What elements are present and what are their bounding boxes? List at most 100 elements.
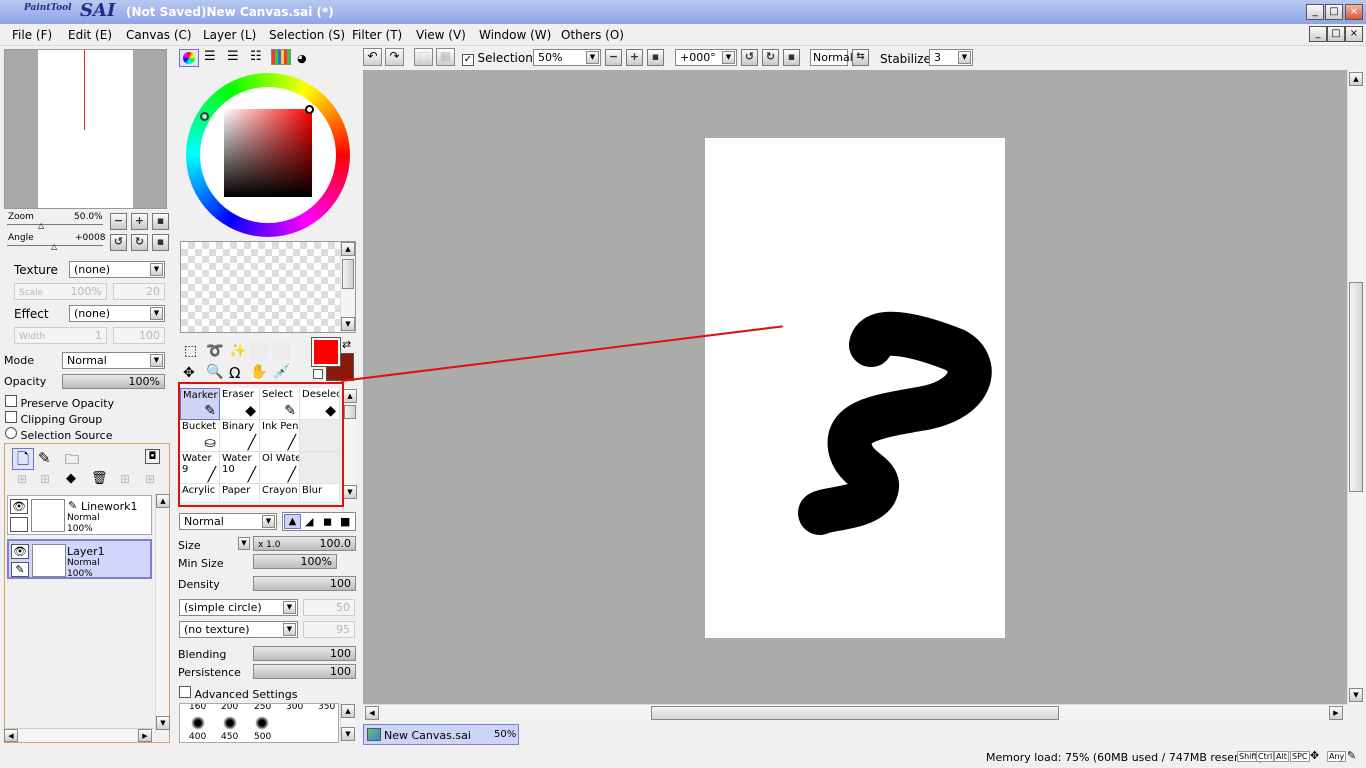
scroll-up-arrow[interactable]: ▲ [343, 389, 357, 403]
zoom-select[interactable]: 50% ▼ [533, 49, 601, 66]
zoom-reset-button[interactable]: ▪ [152, 213, 169, 230]
palette-list-icon[interactable]: ☷ [250, 50, 262, 63]
toolbar-rotate-right-button[interactable]: ↻ [762, 49, 779, 66]
hsv-slider-icon[interactable]: ☰ [227, 50, 239, 63]
preset-450[interactable]: 450 [221, 732, 238, 742]
lasso-icon[interactable]: ➰ [206, 343, 223, 359]
redo-icon[interactable]: ↷ [385, 48, 404, 66]
scroll-right-arrow[interactable]: ▶ [1329, 706, 1343, 720]
clipping-group-checkbox[interactable] [5, 411, 17, 423]
angle-select[interactable]: +000° ▼ [675, 49, 737, 66]
brush-texture-select[interactable]: (no texture) ▼ [179, 621, 298, 638]
tool-crayon[interactable]: Crayon [260, 484, 300, 501]
tool-acrylic[interactable]: Acrylic [180, 484, 220, 501]
zoom-slider[interactable] [7, 224, 103, 225]
canvas-viewport[interactable] [341, 70, 1347, 704]
menu-filter[interactable]: Filter (T) [352, 28, 402, 42]
tool-grid-scrollbar[interactable]: ▲ ▼ [342, 389, 357, 500]
scratchpad-area[interactable] [180, 241, 356, 333]
undo-icon[interactable]: ↶ [363, 48, 382, 66]
size-range-dropdown[interactable]: ▼ [238, 537, 250, 550]
menu-selection[interactable]: Selection (S) [269, 28, 345, 42]
transparent-color-icon[interactable] [313, 369, 323, 379]
scroll-up-arrow[interactable]: ▲ [341, 242, 355, 256]
rgb-slider-icon[interactable]: ☰ [204, 50, 216, 63]
layer-row-layer1[interactable]: 👁 ✎ Layer1 Normal 100% [7, 539, 152, 579]
tool-deselect[interactable]: Deselect ◆ [300, 388, 340, 420]
toolbar-zoom-out-button[interactable]: − [605, 49, 622, 66]
navigator-preview[interactable] [4, 49, 167, 209]
scroll-up-arrow[interactable]: ▲ [341, 704, 355, 718]
brush-shape-select[interactable]: (simple circle) ▼ [179, 599, 298, 616]
blending-slider[interactable]: 100 [253, 646, 356, 661]
toolbar-zoom-reset-button[interactable]: ▪ [647, 49, 664, 66]
advanced-settings-option[interactable]: Advanced Settings [179, 686, 297, 701]
canvas-tab[interactable]: New Canvas.sai 50% [363, 724, 519, 745]
paint-brush-icon[interactable]: ✎ [11, 562, 29, 577]
persistence-slider[interactable]: 100 [253, 664, 356, 679]
canvas-vertical-scrollbar[interactable]: ▲ ▼ [1347, 70, 1363, 704]
clear-layer-icon[interactable]: ◆ [66, 471, 76, 486]
rotate-reset-button[interactable]: ▪ [152, 234, 169, 251]
rect-select-icon[interactable]: ⬚ [184, 343, 197, 359]
scroll-up-arrow[interactable]: ▲ [1349, 72, 1363, 86]
preset-400[interactable]: 400 [189, 732, 206, 742]
size-slider[interactable]: x 1.0 100.0 [253, 536, 356, 551]
rotate-left-button[interactable]: ↺ [110, 234, 127, 251]
scratchpad-scrollbar[interactable]: ▲ ▼ [340, 242, 355, 332]
tool-bucket[interactable]: Bucket ⛀ [180, 420, 220, 452]
flip-horizontal-icon[interactable]: ⇆ [852, 49, 869, 66]
doc-minimize-button[interactable]: _ [1309, 26, 1327, 42]
layer-opacity-slider[interactable]: 100% [62, 374, 165, 389]
new-linework-layer-icon[interactable]: ✎ [38, 449, 51, 467]
drawing-canvas[interactable] [705, 138, 1005, 638]
menu-edit[interactable]: Edit (E) [68, 28, 112, 42]
tool-paper[interactable]: Paper [220, 484, 260, 501]
scroll-up-arrow[interactable]: ▲ [156, 494, 170, 508]
preset-500[interactable]: 500 [254, 732, 271, 742]
edge-medium-icon[interactable]: ◢ [305, 515, 313, 528]
scroll-down-arrow[interactable]: ▼ [156, 716, 170, 730]
tool-eraser[interactable]: Eraser ◆ [220, 388, 260, 420]
lock-toggle[interactable] [10, 517, 28, 532]
brush-mode-select[interactable]: Normal ▼ [179, 513, 277, 530]
sv-marker[interactable] [305, 105, 314, 114]
stabilizer-select[interactable]: 3 ▼ [929, 49, 973, 66]
scroll-right-arrow[interactable]: ▶ [138, 729, 152, 742]
scrollbar-thumb[interactable] [342, 259, 354, 289]
layer-mode-select[interactable]: Normal ▼ [62, 352, 165, 369]
zoom-in-button[interactable]: + [131, 213, 148, 230]
advanced-settings-checkbox[interactable] [179, 686, 191, 698]
toolbar-zoom-in-button[interactable]: + [626, 49, 643, 66]
tool-ol-wate[interactable]: Ol Wate ╱ [260, 452, 300, 484]
clipping-group-option[interactable]: Clipping Group [5, 411, 102, 426]
scrollbar-thumb[interactable] [651, 706, 1059, 720]
scroll-down-arrow[interactable]: ▼ [341, 727, 355, 741]
preset-200[interactable]: 200 [221, 704, 238, 712]
rotate-right-button[interactable]: ↻ [131, 234, 148, 251]
view-mode-field[interactable]: Normal [810, 49, 853, 66]
scrollbar-thumb[interactable] [1349, 282, 1363, 492]
maximize-button[interactable]: □ [1325, 4, 1343, 20]
color-wheel-mode-button[interactable] [179, 49, 199, 67]
toolbar-rotate-left-button[interactable]: ↺ [741, 49, 758, 66]
tool-water-9[interactable]: Water 9 ╱ [180, 452, 220, 484]
min-size-slider[interactable]: 100% [253, 554, 337, 569]
scrollbar-thumb[interactable] [344, 405, 356, 419]
menu-file[interactable]: File (F) [12, 28, 52, 42]
zoom-out-button[interactable]: − [110, 213, 127, 230]
preset-160[interactable]: 160 [189, 704, 206, 712]
minimize-button[interactable]: _ [1306, 4, 1324, 20]
scroll-down-arrow[interactable]: ▼ [343, 485, 357, 499]
edge-solid-icon[interactable]: ■ [340, 515, 350, 528]
eye-icon[interactable]: 👁 [11, 544, 29, 559]
move-icon[interactable]: ✥ [183, 365, 195, 381]
tool-ink-pen[interactable]: Ink Pen ╱ [260, 420, 300, 452]
layer-mask-icon[interactable]: ◘ [145, 449, 160, 464]
scroll-left-arrow[interactable]: ◀ [365, 706, 379, 720]
toolbar-rotate-reset-button[interactable]: ▪ [783, 49, 800, 66]
menu-layer[interactable]: Layer (L) [203, 28, 256, 42]
angle-slider-thumb[interactable]: △ [51, 242, 57, 251]
close-button[interactable]: × [1345, 4, 1363, 20]
texture-select[interactable]: (none) ▼ [69, 261, 165, 278]
